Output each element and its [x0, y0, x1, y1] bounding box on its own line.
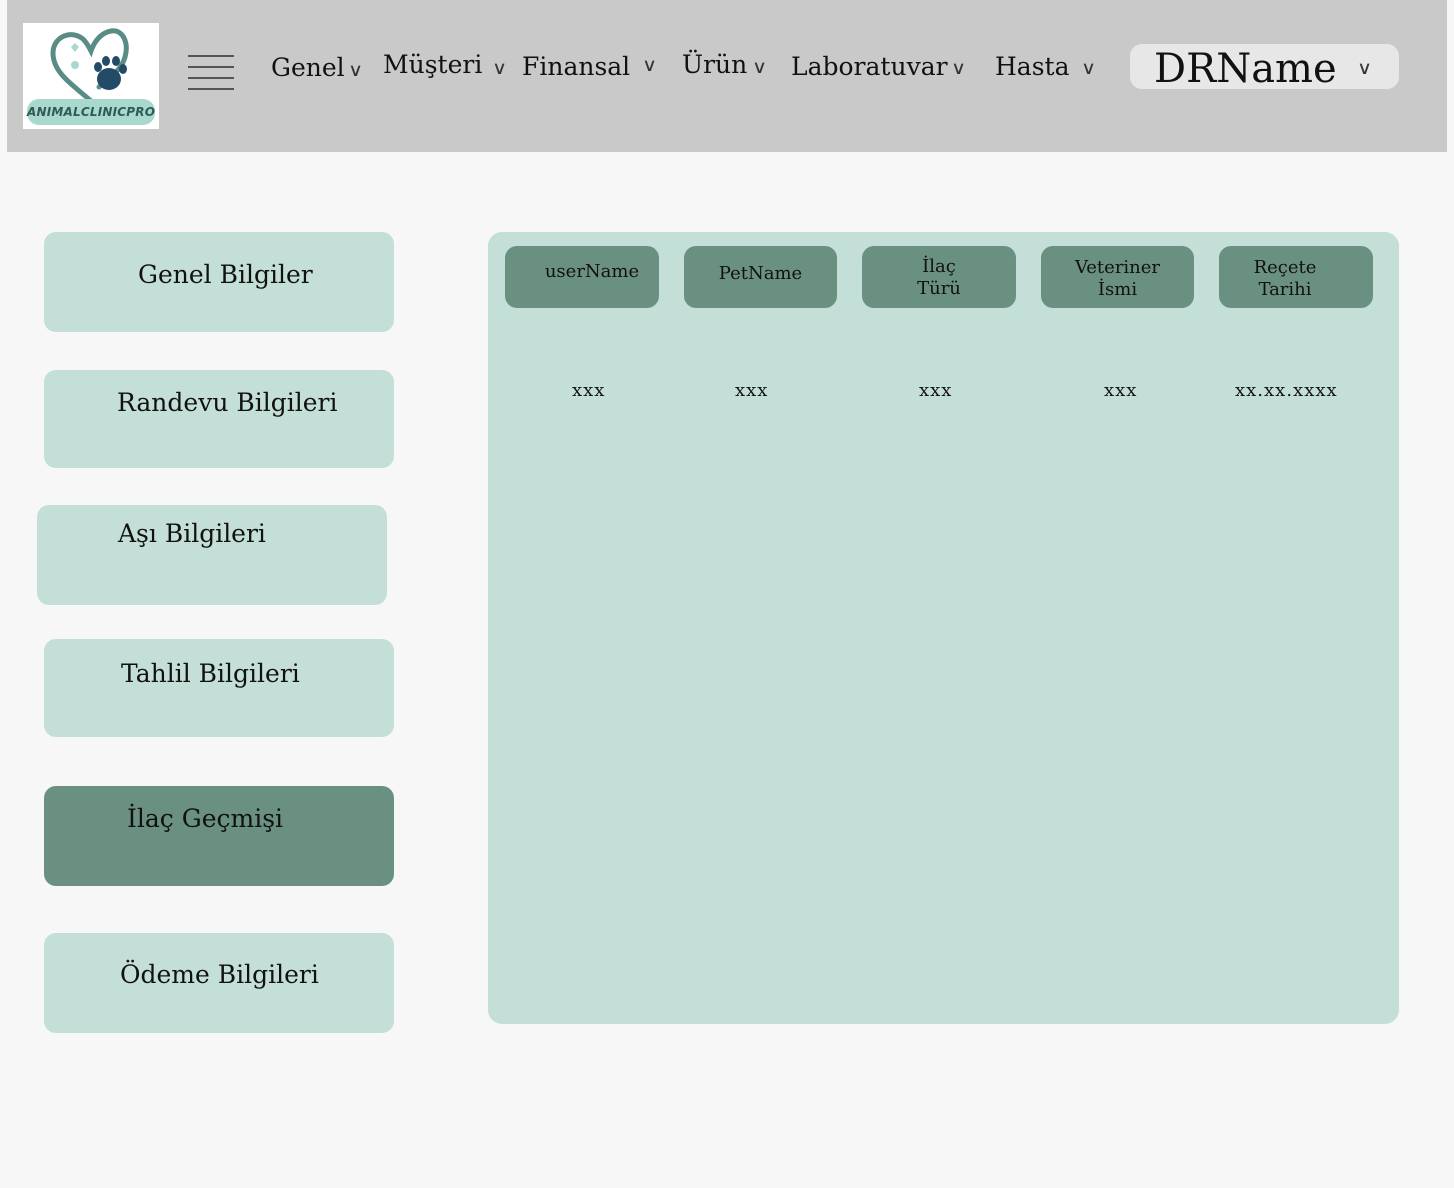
logo-wordmark: ANIMALCLINICPRO [27, 99, 155, 125]
user-menu-button[interactable]: DRName ∨ [1130, 44, 1399, 92]
table-cell-petname: xxx [735, 380, 769, 401]
sidebar-item-label: İlaç Geçmişi [127, 804, 284, 833]
nav-menu-finansal[interactable]: Finansal [522, 52, 630, 81]
column-header-label: İlaç [922, 256, 956, 277]
column-header-username[interactable]: userName [505, 246, 659, 308]
column-header-ilac-turu[interactable]: İlaç Türü [862, 246, 1016, 308]
nav-menu-urun[interactable]: Ürün [682, 50, 747, 79]
column-header-label: userName [544, 261, 640, 282]
sidebar-item-odeme-bilgileri[interactable]: Ödeme Bilgileri [44, 933, 394, 1033]
sidebar-item-genel-bilgiler[interactable]: Genel Bilgiler [44, 232, 394, 332]
sidebar-item-ilac-gecmisi[interactable]: İlaç Geçmişi [44, 786, 394, 886]
hamburger-menu-icon[interactable] [188, 55, 234, 91]
table-cell-username: xxx [572, 380, 606, 401]
sidebar-item-tahlil-bilgileri[interactable]: Tahlil Bilgileri [44, 639, 394, 737]
sidebar-item-label: Randevu Bilgileri [117, 388, 338, 417]
nav-menu-label: Laboratuvar [791, 52, 948, 81]
chevron-down-icon[interactable]: ∨ [951, 58, 966, 79]
chevron-down-icon[interactable]: ∨ [492, 58, 507, 79]
column-header-label: Veteriner [1074, 257, 1161, 278]
chevron-down-icon[interactable]: ∨ [642, 55, 657, 76]
nav-menu-label: Müşteri [383, 50, 483, 79]
column-header-petname[interactable]: PetName [684, 246, 837, 308]
column-header-label: Reçete [1253, 257, 1317, 278]
column-header-label: İsmi [1097, 279, 1138, 300]
sidebar-item-randevu-bilgileri[interactable]: Randevu Bilgileri [44, 370, 394, 468]
nav-menu-laboratuvar[interactable]: Laboratuvar [791, 52, 948, 81]
column-header-recete-tarihi[interactable]: Reçete Tarihi [1219, 246, 1373, 308]
table-cell-recete-tarihi: xx.xx.xxxx [1235, 380, 1338, 401]
chevron-down-icon[interactable]: ∨ [1081, 58, 1096, 79]
column-header-label: Tarihi [1258, 279, 1312, 300]
user-name: DRName [1154, 46, 1337, 92]
chevron-down-icon: ∨ [1357, 58, 1373, 79]
sidebar-item-asi-bilgileri[interactable]: Aşı Bilgileri [37, 505, 387, 605]
nav-menu-label: Finansal [522, 52, 631, 81]
nav-menu-genel[interactable]: Genel [271, 53, 345, 82]
app-logo[interactable]: ANIMALCLINICPRO [23, 23, 159, 129]
column-header-label: Türü [917, 278, 961, 299]
medication-history-panel: userName PetName İlaç Türü Veteriner İsm… [488, 232, 1399, 1024]
nav-menu-musteri[interactable]: Müşteri [383, 50, 482, 79]
sidebar-item-label: Ödeme Bilgileri [120, 960, 319, 989]
chevron-down-icon[interactable]: ∨ [752, 57, 767, 78]
sidebar-item-label: Tahlil Bilgileri [121, 659, 300, 688]
nav-menu-label: Hasta [995, 52, 1070, 81]
sidebar-item-label: Aşı Bilgileri [118, 519, 266, 548]
nav-menu-label: Ürün [682, 50, 748, 79]
column-header-label: PetName [718, 263, 803, 284]
sidebar-item-label: Genel Bilgiler [138, 260, 313, 289]
nav-menu-label: Genel [271, 53, 345, 82]
column-header-veteriner-ismi[interactable]: Veteriner İsmi [1041, 246, 1194, 308]
chevron-down-icon[interactable]: ∨ [348, 60, 363, 81]
table-cell-veteriner-ismi: xxx [1104, 380, 1138, 401]
nav-menu-hasta[interactable]: Hasta [995, 52, 1070, 81]
table-cell-ilac-turu: xxx [919, 380, 953, 401]
